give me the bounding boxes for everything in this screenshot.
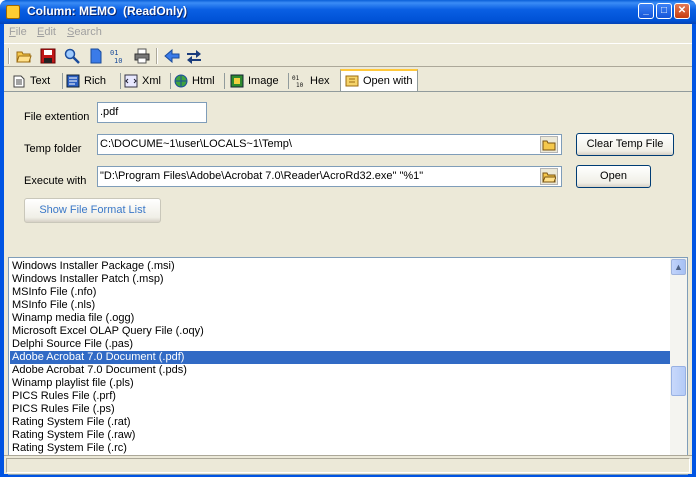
toolbar-grip bbox=[8, 48, 10, 64]
app-icon bbox=[6, 5, 20, 19]
list-item[interactable]: Adobe Acrobat 7.0 Document (.pdf) bbox=[10, 351, 670, 364]
list-item[interactable]: Delphi Source File (.pas) bbox=[10, 338, 670, 351]
svg-text:10: 10 bbox=[296, 82, 304, 88]
list-item[interactable]: Rating System File (.raw) bbox=[10, 429, 670, 442]
list-item[interactable]: Windows Installer Patch (.msp) bbox=[10, 273, 670, 286]
temp-folder-field[interactable]: C:\DOCUME~1\user\LOCALS~1\Temp\ bbox=[97, 134, 562, 155]
window-title: Column: MEMO (ReadOnly) bbox=[27, 4, 187, 18]
document-icon[interactable] bbox=[88, 48, 104, 64]
tab-strip: Text Rich Xml Html Image 01 10 Hex Open … bbox=[4, 69, 692, 91]
menu-search[interactable]: Search bbox=[67, 26, 102, 38]
svg-text:10: 10 bbox=[114, 57, 122, 64]
tab-text[interactable]: Text bbox=[12, 71, 50, 91]
minimize-button[interactable]: _ bbox=[638, 3, 654, 19]
menu-bar: File Edit Search bbox=[4, 24, 692, 42]
list-item[interactable]: Microsoft Excel OLAP Query File (.oqy) bbox=[10, 325, 670, 338]
open-folder-icon bbox=[542, 172, 556, 182]
tab-rich-label: Rich bbox=[84, 75, 107, 87]
tab-html[interactable]: Html bbox=[174, 71, 215, 91]
close-button[interactable]: ✕ bbox=[674, 3, 690, 19]
tab-divider bbox=[170, 73, 171, 89]
open-with-icon bbox=[345, 75, 359, 87]
execute-with-label: Execute with bbox=[24, 175, 87, 187]
html-icon bbox=[174, 74, 188, 88]
folder-icon bbox=[542, 140, 556, 150]
list-item[interactable]: Winamp playlist file (.pls) bbox=[10, 377, 670, 390]
show-file-format-list-button[interactable]: Show File Format List bbox=[24, 198, 161, 223]
forward-arrow-icon[interactable] bbox=[186, 48, 202, 64]
list-item[interactable]: Winamp media file (.ogg) bbox=[10, 312, 670, 325]
open-with-panel: File extention .pdf Temp folder C:\DOCUM… bbox=[4, 91, 692, 475]
list-item[interactable]: MSInfo File (.nls) bbox=[10, 299, 670, 312]
menu-edit[interactable]: Edit bbox=[37, 26, 56, 38]
hex-icon: 0110 bbox=[292, 75, 304, 88]
file-format-list[interactable]: Script Editor Launcher (.sct)Windows Exp… bbox=[8, 257, 688, 475]
binary-icon[interactable]: 0110 bbox=[110, 48, 126, 64]
save-icon[interactable] bbox=[40, 48, 56, 64]
search-icon[interactable] bbox=[64, 48, 80, 64]
tab-html-label: Html bbox=[192, 75, 215, 87]
tab-open-with-label: Open with bbox=[363, 75, 413, 87]
maximize-button[interactable]: □ bbox=[656, 3, 672, 19]
tab-image[interactable]: Image bbox=[230, 71, 279, 91]
file-extension-field[interactable]: .pdf bbox=[97, 102, 207, 123]
open-button[interactable]: Open bbox=[576, 165, 651, 188]
app-window: Column: MEMO (ReadOnly) _ □ ✕ File Edit … bbox=[0, 0, 696, 477]
title-bar[interactable]: Column: MEMO (ReadOnly) _ □ ✕ bbox=[0, 0, 696, 24]
text-icon bbox=[13, 75, 25, 88]
print-icon[interactable] bbox=[134, 48, 150, 64]
clear-temp-file-button[interactable]: Clear Temp File bbox=[576, 133, 674, 156]
tab-image-label: Image bbox=[248, 75, 279, 87]
execute-with-field[interactable]: "D:\Program Files\Adobe\Acrobat 7.0\Read… bbox=[97, 166, 562, 187]
tab-hex[interactable]: 01 10 Hex bbox=[292, 71, 330, 91]
tab-divider bbox=[120, 73, 121, 89]
browse-temp-folder-button[interactable] bbox=[540, 136, 558, 153]
back-arrow-icon[interactable] bbox=[164, 48, 180, 64]
tab-rich[interactable]: Rich bbox=[66, 71, 106, 91]
list-item[interactable]: Adobe Acrobat 7.0 Document (.pds) bbox=[10, 364, 670, 377]
vertical-scrollbar[interactable]: ▲ ▼ bbox=[670, 258, 687, 474]
tab-divider bbox=[62, 73, 63, 89]
list-item[interactable]: PICS Rules File (.prf) bbox=[10, 390, 670, 403]
file-extension-label: File extention bbox=[24, 111, 90, 123]
tab-open-with[interactable]: Open with bbox=[340, 69, 418, 91]
toolbar-separator bbox=[156, 48, 158, 64]
tab-text-label: Text bbox=[30, 75, 51, 87]
status-bar bbox=[4, 455, 692, 474]
menu-file[interactable]: File bbox=[9, 26, 27, 38]
svg-text:01: 01 bbox=[292, 75, 300, 82]
scrollbar-thumb[interactable] bbox=[671, 366, 686, 396]
list-item[interactable]: MSInfo File (.nfo) bbox=[10, 286, 670, 299]
client-area: File Edit Search 01 10 Text Rich Xml Htm… bbox=[4, 24, 692, 475]
list-item[interactable]: PICS Rules File (.ps) bbox=[10, 403, 670, 416]
open-folder-icon[interactable] bbox=[16, 48, 32, 64]
toolbar: 01 10 bbox=[4, 43, 692, 67]
list-item[interactable]: Rating System File (.rc) bbox=[10, 442, 670, 455]
xml-icon bbox=[124, 74, 138, 88]
image-icon bbox=[230, 74, 244, 88]
temp-folder-label: Temp folder bbox=[24, 143, 82, 155]
tab-hex-label: Hex bbox=[310, 75, 330, 87]
tab-xml[interactable]: Xml bbox=[124, 71, 161, 91]
browse-executable-button[interactable] bbox=[540, 168, 558, 185]
list-item[interactable]: Rating System File (.rat) bbox=[10, 416, 670, 429]
status-pane bbox=[6, 458, 690, 473]
tab-divider bbox=[224, 73, 225, 89]
rich-icon bbox=[66, 74, 80, 88]
tab-divider bbox=[288, 73, 289, 89]
scroll-up-button[interactable]: ▲ bbox=[671, 259, 686, 275]
tab-xml-label: Xml bbox=[142, 75, 161, 87]
list-item[interactable]: Windows Installer Package (.msi) bbox=[10, 260, 670, 273]
svg-text:01: 01 bbox=[110, 49, 118, 57]
